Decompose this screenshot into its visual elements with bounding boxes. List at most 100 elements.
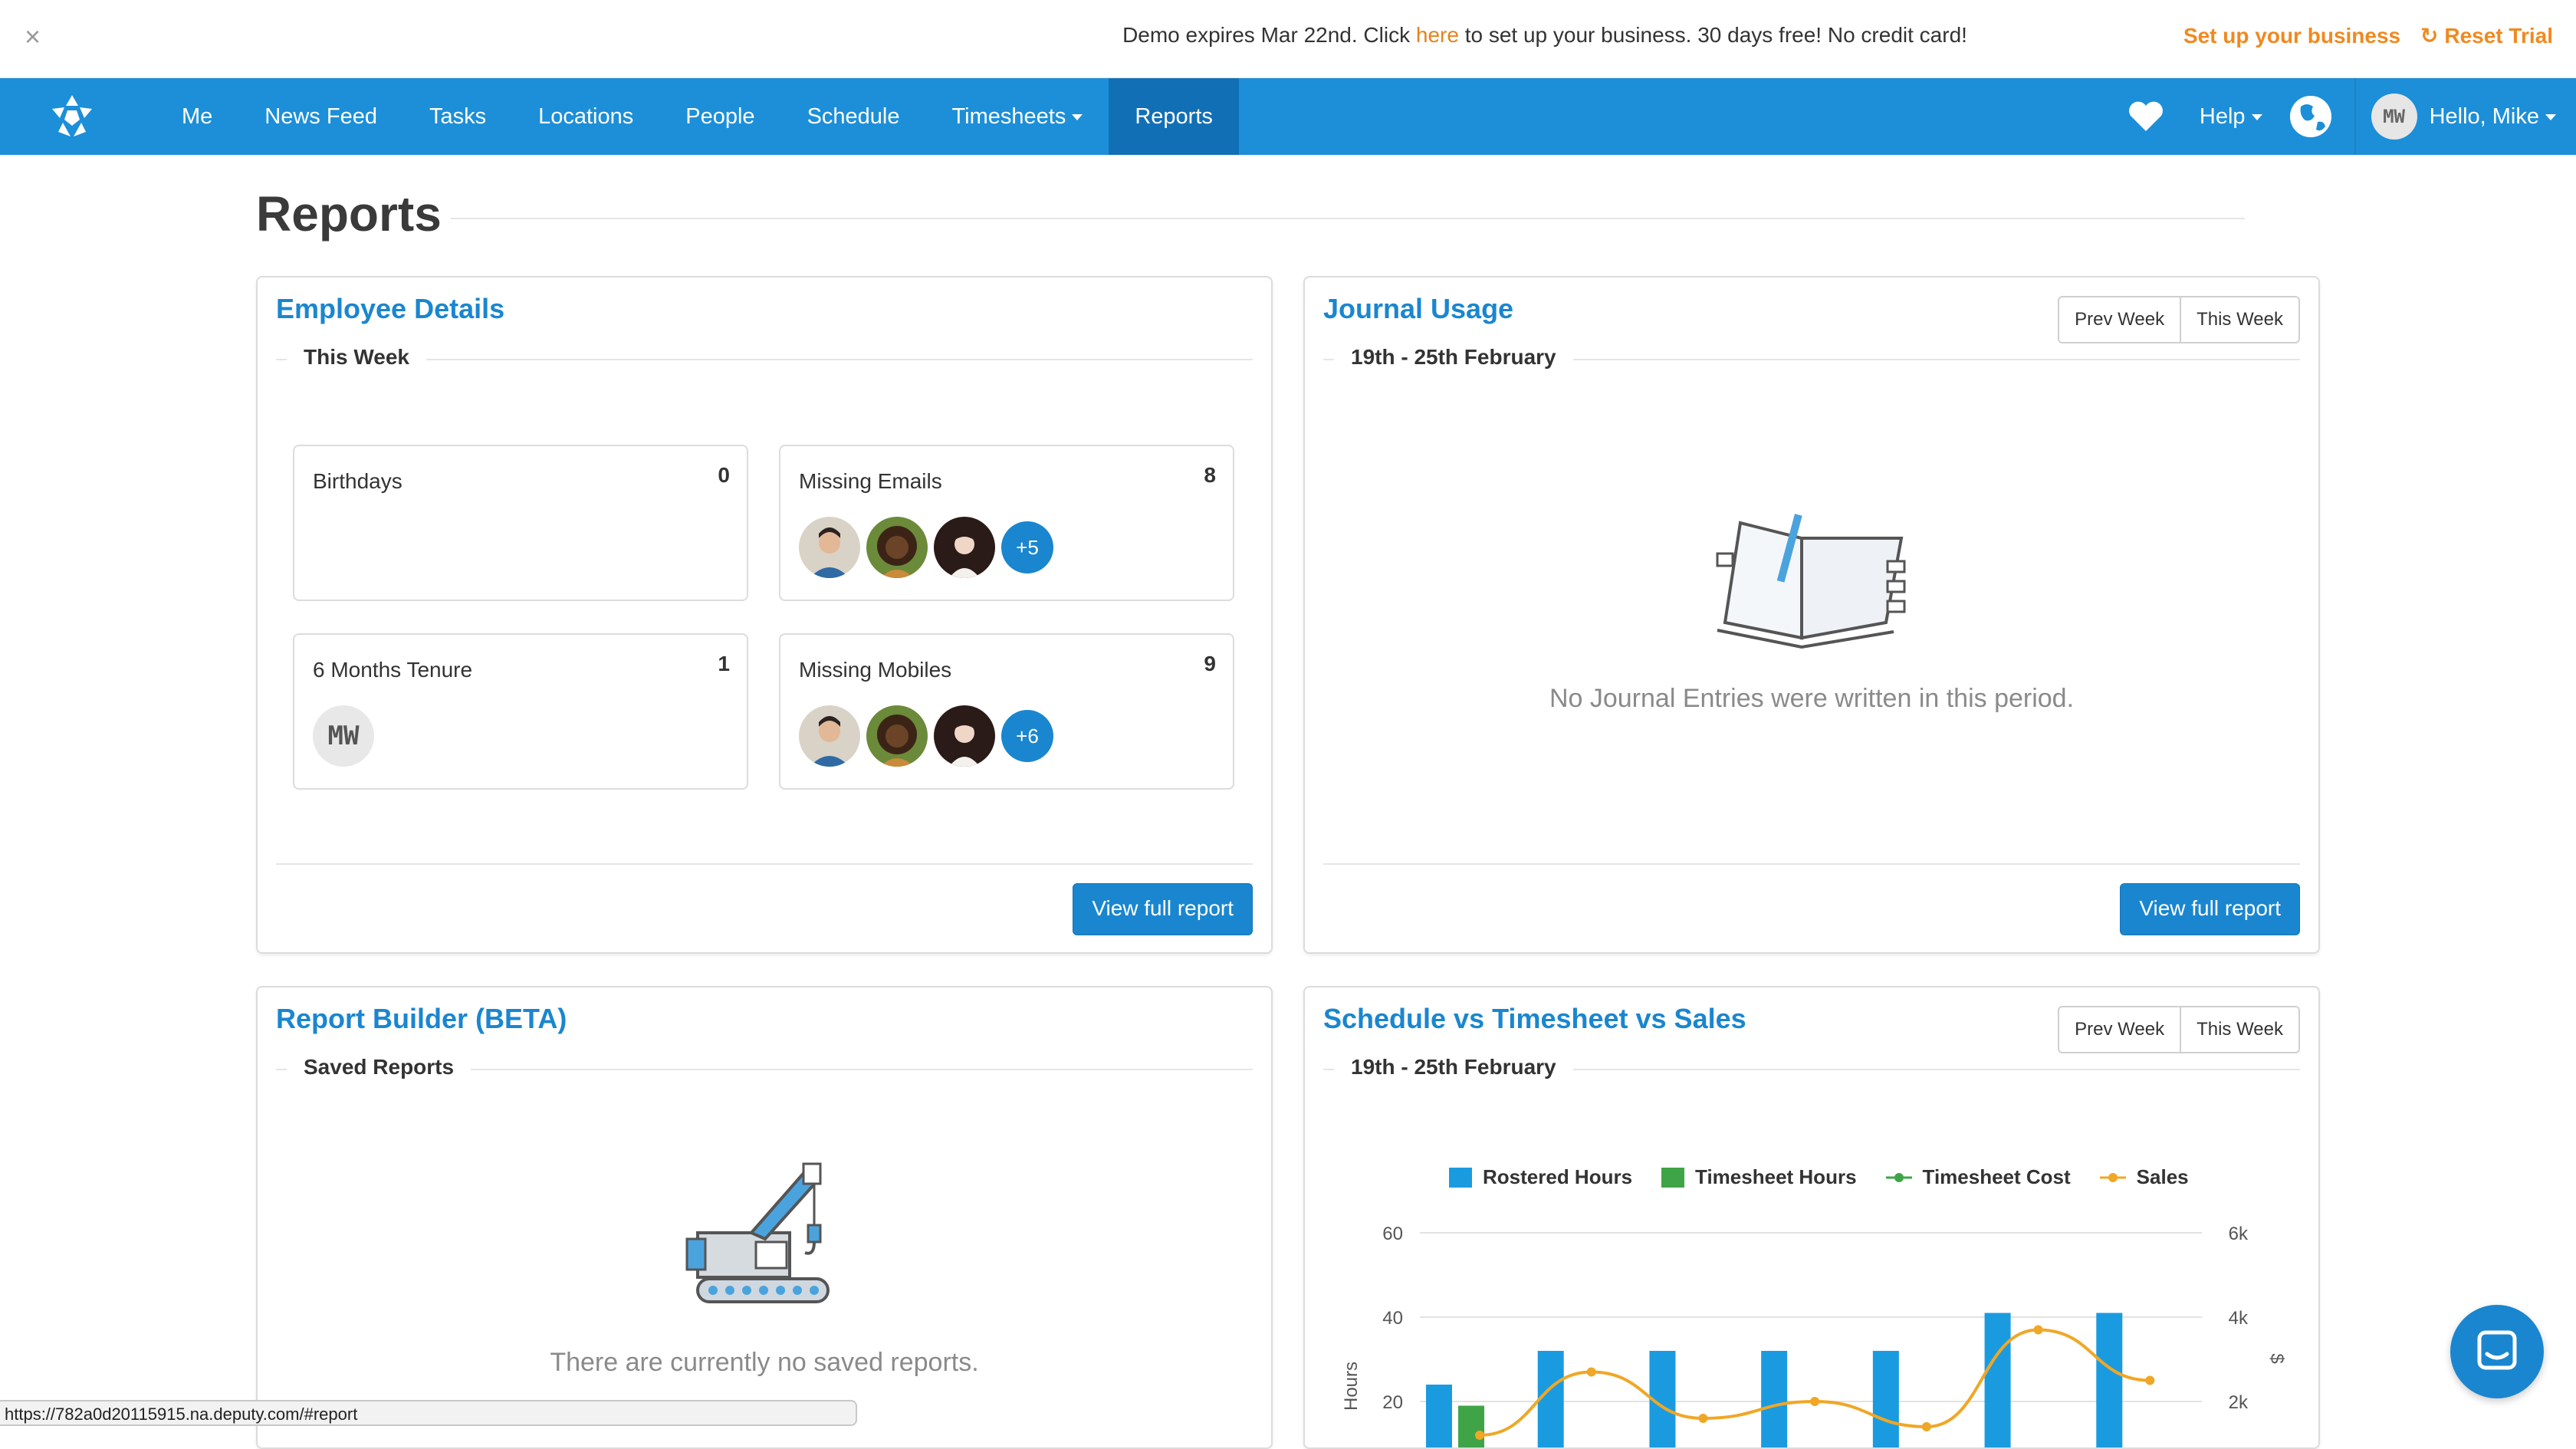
report-builder-card: Report Builder (BETA) Saved Reports Ther… [256, 986, 1273, 1449]
missing-emails-tile[interactable]: Missing Emails 8 +5 [779, 445, 1234, 601]
avatar[interactable]: MW [2371, 94, 2417, 140]
demo-banner: × Demo expires Mar 22nd. Click here to s… [0, 0, 2576, 78]
avatar[interactable] [866, 705, 928, 767]
legend-label: Timesheet Cost [1922, 1165, 2071, 1188]
legend-label: Rostered Hours [1483, 1165, 1633, 1188]
avatar[interactable] [934, 517, 995, 578]
bar-timesheet-hours [1458, 1405, 1484, 1447]
sales-point [1698, 1414, 1708, 1423]
card-footer-divider [1323, 863, 2300, 865]
title-divider [451, 218, 2245, 219]
birthdays-tile[interactable]: Birthdays 0 [293, 445, 748, 601]
empty-journal-message: No Journal Entries were written in this … [1549, 684, 2075, 713]
chart-legend: Rostered Hours Timesheet Hours Timesheet… [1449, 1165, 2218, 1189]
legend-label: Sales [2136, 1165, 2189, 1188]
heart-icon[interactable] [2128, 100, 2164, 133]
subtitle-text: This Week [287, 345, 426, 370]
globe-icon[interactable] [2289, 96, 2331, 137]
legend-label: Timesheet Hours [1695, 1165, 1857, 1188]
card-footer-divider [276, 863, 1253, 865]
nav-divider [2354, 78, 2356, 155]
nav-item-people[interactable]: People [659, 78, 780, 155]
demo-here-link[interactable]: here [1416, 23, 1459, 47]
card-subtitle: 19th - 25th February [1323, 1055, 2300, 1086]
chart-plot: 60 6k 40 4k 20 2k Hours $ [1341, 1224, 2287, 1447]
y-tick-left: 60 [1382, 1224, 1403, 1244]
nav-item-me[interactable]: Me [156, 78, 238, 155]
legend-item-rostered[interactable]: Rostered Hours [1449, 1165, 1632, 1189]
refresh-icon: ↻ [2420, 24, 2439, 48]
nav-item-news-feed[interactable]: News Feed [238, 78, 403, 155]
journal-book-icon [1716, 514, 1906, 649]
view-full-report-button[interactable]: View full report [1073, 883, 1253, 935]
help-menu[interactable]: Help [2200, 104, 2262, 130]
nav-item-tasks[interactable]: Tasks [403, 78, 512, 155]
bar-rostered-hours [1426, 1385, 1452, 1447]
nav-item-schedule[interactable]: Schedule [781, 78, 926, 155]
avatar[interactable] [799, 517, 860, 578]
legend-line-marker [2099, 1172, 2126, 1182]
chevron-down-icon [2251, 113, 2262, 120]
help-label: Help [2199, 104, 2246, 129]
schedule-chart-title[interactable]: Schedule vs Timesheet vs Sales [1323, 1003, 1746, 1035]
sales-point [2145, 1375, 2155, 1385]
avatar[interactable] [799, 705, 860, 767]
legend-item-timesheet-cost[interactable]: Timesheet Cost [1885, 1165, 2071, 1189]
setup-business-link[interactable]: Set up your business [2183, 24, 2400, 48]
tile-label: Birthdays [313, 469, 402, 493]
legend-item-timesheet-hours[interactable]: Timesheet Hours [1661, 1165, 1857, 1189]
legend-swatch [1449, 1167, 1472, 1188]
y-tick-left: 40 [1382, 1308, 1403, 1329]
avatar[interactable] [934, 705, 995, 767]
page-title: Reports [256, 186, 442, 242]
more-avatars-badge[interactable]: +6 [1001, 710, 1053, 762]
sales-line [1479, 1328, 2150, 1437]
tile-label: Missing Emails [799, 469, 942, 493]
this-week-button[interactable]: This Week [2180, 1007, 2298, 1052]
nav-right: Help MW Hello, Mike [2128, 78, 2576, 155]
reset-trial-link[interactable]: Reset Trial [2444, 24, 2553, 48]
avatar[interactable]: MW [313, 705, 374, 767]
tile-count: 1 [718, 652, 730, 675]
prev-week-button[interactable]: Prev Week [2059, 297, 2180, 342]
user-menu[interactable]: Hello, Mike [2430, 104, 2556, 130]
sales-point [1475, 1431, 1484, 1440]
prev-week-button[interactable]: Prev Week [2059, 1007, 2180, 1052]
employee-details-title[interactable]: Employee Details [276, 293, 504, 325]
chat-button[interactable] [2450, 1305, 2544, 1398]
tile-count: 8 [1204, 463, 1216, 487]
nav-item-timesheets[interactable]: Timesheets [926, 78, 1109, 155]
tile-count: 9 [1204, 652, 1216, 675]
nav-menu: Me News Feed Tasks Locations People Sche… [156, 78, 1239, 155]
subtitle-text: 19th - 25th February [1334, 1055, 1573, 1079]
sales-point [1810, 1397, 1820, 1406]
nav-item-reports[interactable]: Reports [1109, 78, 1239, 155]
journal-usage-title[interactable]: Journal Usage [1323, 293, 1513, 325]
this-week-button[interactable]: This Week [2180, 297, 2298, 342]
avatar[interactable] [866, 517, 928, 578]
tile-count: 0 [718, 463, 730, 487]
view-full-report-button[interactable]: View full report [2120, 883, 2300, 935]
nav-item-locations[interactable]: Locations [512, 78, 659, 155]
nav-timesheets-label: Timesheets [951, 104, 1066, 129]
empty-reports-message: There are currently no saved reports. [550, 1348, 979, 1377]
sales-point [2033, 1325, 2043, 1335]
chevron-down-icon [2545, 113, 2556, 120]
bar-rostered-hours [1537, 1351, 1564, 1447]
week-toggle: Prev Week This Week [2058, 296, 2300, 343]
chevron-down-icon [1072, 114, 1083, 121]
six-months-tenure-tile[interactable]: 6 Months Tenure 1 MW [293, 633, 748, 790]
sales-point [1921, 1422, 1931, 1431]
report-builder-title[interactable]: Report Builder (BETA) [276, 1003, 567, 1035]
demo-message-text: Demo expires Mar 22nd. Click [1122, 23, 1416, 47]
employee-details-card: Employee Details This Week Birthdays 0 M… [256, 276, 1273, 954]
crane-icon [685, 1162, 830, 1303]
missing-mobiles-tile[interactable]: Missing Mobiles 9 +6 [779, 633, 1234, 790]
deputy-logo-icon[interactable] [48, 92, 97, 141]
more-avatars-badge[interactable]: +5 [1001, 521, 1053, 573]
status-bar-url: https://782a0d20115915.na.deputy.com/#re… [0, 1400, 857, 1426]
avatar-group: +5 [799, 517, 1060, 578]
card-subtitle: Saved Reports [276, 1055, 1253, 1086]
legend-item-sales[interactable]: Sales [2099, 1165, 2189, 1189]
y-tick-right: 4k [2229, 1308, 2249, 1329]
